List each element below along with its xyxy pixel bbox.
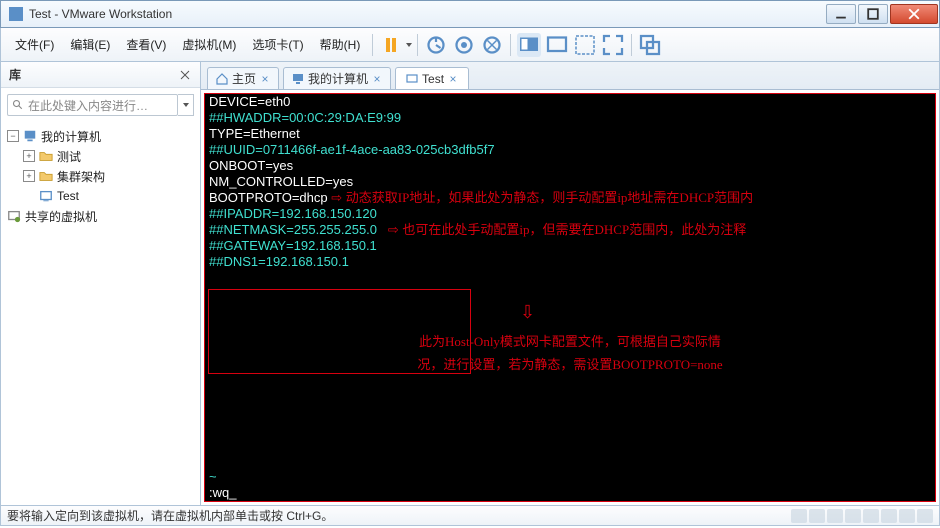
tree-node-cluster-folder[interactable]: + 集群架构 bbox=[7, 166, 194, 186]
search-dropdown[interactable] bbox=[178, 94, 194, 116]
search-icon bbox=[12, 99, 24, 111]
close-tab-icon[interactable]: × bbox=[260, 74, 270, 84]
status-device-icon[interactable] bbox=[827, 509, 843, 523]
revert-snapshot-button[interactable] bbox=[480, 33, 504, 57]
annotation-manual-ip: 也可在此处手动配置ip，但需要在DHCP范围内，此处为注释 bbox=[402, 222, 746, 237]
sidebar: 库 在此处键入内容进行… − 我的计算机 + 测试 + bbox=[1, 62, 201, 505]
folder-icon bbox=[39, 169, 53, 183]
status-device-icon[interactable] bbox=[881, 509, 897, 523]
shared-icon bbox=[7, 209, 21, 223]
console-command: :wq_ bbox=[205, 485, 236, 501]
app-icon bbox=[9, 7, 23, 21]
vm-icon bbox=[39, 189, 53, 203]
menu-view[interactable]: 查看(V) bbox=[118, 32, 174, 57]
titlebar: Test - VMware Workstation bbox=[0, 0, 940, 28]
down-arrow-icon: ⇩ bbox=[520, 304, 535, 320]
console-line: ##GATEWAY=192.168.150.1 bbox=[205, 238, 935, 254]
menu-help[interactable]: 帮助(H) bbox=[312, 32, 369, 57]
tree-node-mycomputer[interactable]: − 我的计算机 bbox=[7, 126, 194, 146]
search-input[interactable]: 在此处键入内容进行… bbox=[7, 94, 178, 116]
menu-edit[interactable]: 编辑(E) bbox=[62, 32, 118, 57]
vm-console[interactable]: DEVICE=eth0 ##HWADDR=00:0C:29:DA:E9:99 T… bbox=[204, 93, 936, 502]
content-area: 主页 × 我的计算机 × Test × DEVICE=eth0 ##HWADDR… bbox=[201, 62, 939, 505]
status-text: 要将输入定向到该虚拟机，请在虚拟机内部单击或按 Ctrl+G。 bbox=[7, 507, 333, 524]
sidebar-title: 库 bbox=[9, 66, 178, 83]
annotation-hostonly-l1: 此为Host-Only模式网卡配置文件，可根据自己实际情 bbox=[355, 334, 785, 350]
view-console-button[interactable] bbox=[545, 33, 569, 57]
console-line: NM_CONTROLLED=yes bbox=[205, 174, 935, 190]
status-device-icon[interactable] bbox=[791, 509, 807, 523]
tab-test[interactable]: Test × bbox=[395, 67, 469, 89]
vm-icon bbox=[406, 73, 418, 85]
search-placeholder: 在此处键入内容进行… bbox=[28, 97, 148, 114]
status-device-icon[interactable] bbox=[899, 509, 915, 523]
pause-button[interactable] bbox=[379, 33, 403, 57]
console-line: TYPE=Ethernet bbox=[205, 126, 935, 142]
unity-button[interactable] bbox=[638, 33, 662, 57]
fullscreen-button[interactable] bbox=[601, 33, 625, 57]
console-line: BOOTPROTO=dhcp ⇨ 动态获取IP地址，如果此处为静态，则手动配置i… bbox=[205, 190, 935, 206]
console-line: ##DNS1=192.168.150.1 bbox=[205, 254, 935, 270]
close-button[interactable] bbox=[890, 4, 938, 24]
console-line: ##IPADDR=192.168.150.120 bbox=[205, 206, 935, 222]
tree-node-test-folder[interactable]: + 测试 bbox=[7, 146, 194, 166]
menubar: 文件(F) 编辑(E) 查看(V) 虚拟机(M) 选项卡(T) 帮助(H) bbox=[0, 28, 940, 62]
expand-icon[interactable]: + bbox=[23, 150, 35, 162]
pause-dropdown[interactable] bbox=[405, 42, 413, 48]
status-device-icon[interactable] bbox=[917, 509, 933, 523]
maximize-button[interactable] bbox=[858, 4, 888, 24]
status-device-icon[interactable] bbox=[845, 509, 861, 523]
folder-icon bbox=[39, 149, 53, 163]
tab-mycomputer[interactable]: 我的计算机 × bbox=[283, 67, 391, 89]
status-device-icon[interactable] bbox=[863, 509, 879, 523]
minimize-button[interactable] bbox=[826, 4, 856, 24]
tree-node-shared[interactable]: 共享的虚拟机 bbox=[7, 206, 194, 226]
menu-vm[interactable]: 虚拟机(M) bbox=[174, 32, 244, 57]
console-line: ONBOOT=yes bbox=[205, 158, 935, 174]
computer-icon bbox=[23, 129, 37, 143]
console-line: ##NETMASK=255.255.255.0 ⇨ 也可在此处手动配置ip，但需… bbox=[205, 222, 935, 238]
menu-tabs[interactable]: 选项卡(T) bbox=[244, 32, 311, 57]
statusbar: 要将输入定向到该虚拟机，请在虚拟机内部单击或按 Ctrl+G。 bbox=[0, 506, 940, 526]
sidebar-close-icon[interactable] bbox=[178, 68, 192, 82]
collapse-icon[interactable]: − bbox=[7, 130, 19, 142]
view-thumbnail-button[interactable] bbox=[517, 33, 541, 57]
menu-file[interactable]: 文件(F) bbox=[7, 32, 62, 57]
tree-node-test-vm[interactable]: Test bbox=[7, 186, 194, 206]
stretch-button[interactable] bbox=[573, 33, 597, 57]
cursor: _ bbox=[229, 485, 236, 500]
library-tree: − 我的计算机 + 测试 + 集群架构 Test 共享的虚拟机 bbox=[1, 122, 200, 230]
console-line: ##UUID=0711466f-ae1f-4ace-aa83-025cb3dfb… bbox=[205, 142, 935, 158]
console-line: DEVICE=eth0 bbox=[205, 94, 935, 110]
expand-icon[interactable]: + bbox=[23, 170, 35, 182]
snapshot-manage-button[interactable] bbox=[452, 33, 476, 57]
window-title: Test - VMware Workstation bbox=[29, 7, 172, 21]
snapshot-button[interactable] bbox=[424, 33, 448, 57]
console-line: ##HWADDR=00:0C:29:DA:E9:99 bbox=[205, 110, 935, 126]
computer-icon bbox=[292, 73, 304, 85]
close-tab-icon[interactable]: × bbox=[372, 74, 382, 84]
tabs-bar: 主页 × 我的计算机 × Test × bbox=[201, 62, 939, 90]
status-device-icon[interactable] bbox=[809, 509, 825, 523]
annotation-dhcp: 动态获取IP地址，如果此处为静态，则手动配置ip地址需在DHCP范围内 bbox=[346, 190, 753, 205]
home-icon bbox=[216, 73, 228, 85]
close-tab-icon[interactable]: × bbox=[448, 74, 458, 84]
annotation-hostonly-l2: 况，进行设置，若为静态，需设置BOOTPROTO=none bbox=[355, 357, 785, 373]
tab-home[interactable]: 主页 × bbox=[207, 67, 279, 89]
